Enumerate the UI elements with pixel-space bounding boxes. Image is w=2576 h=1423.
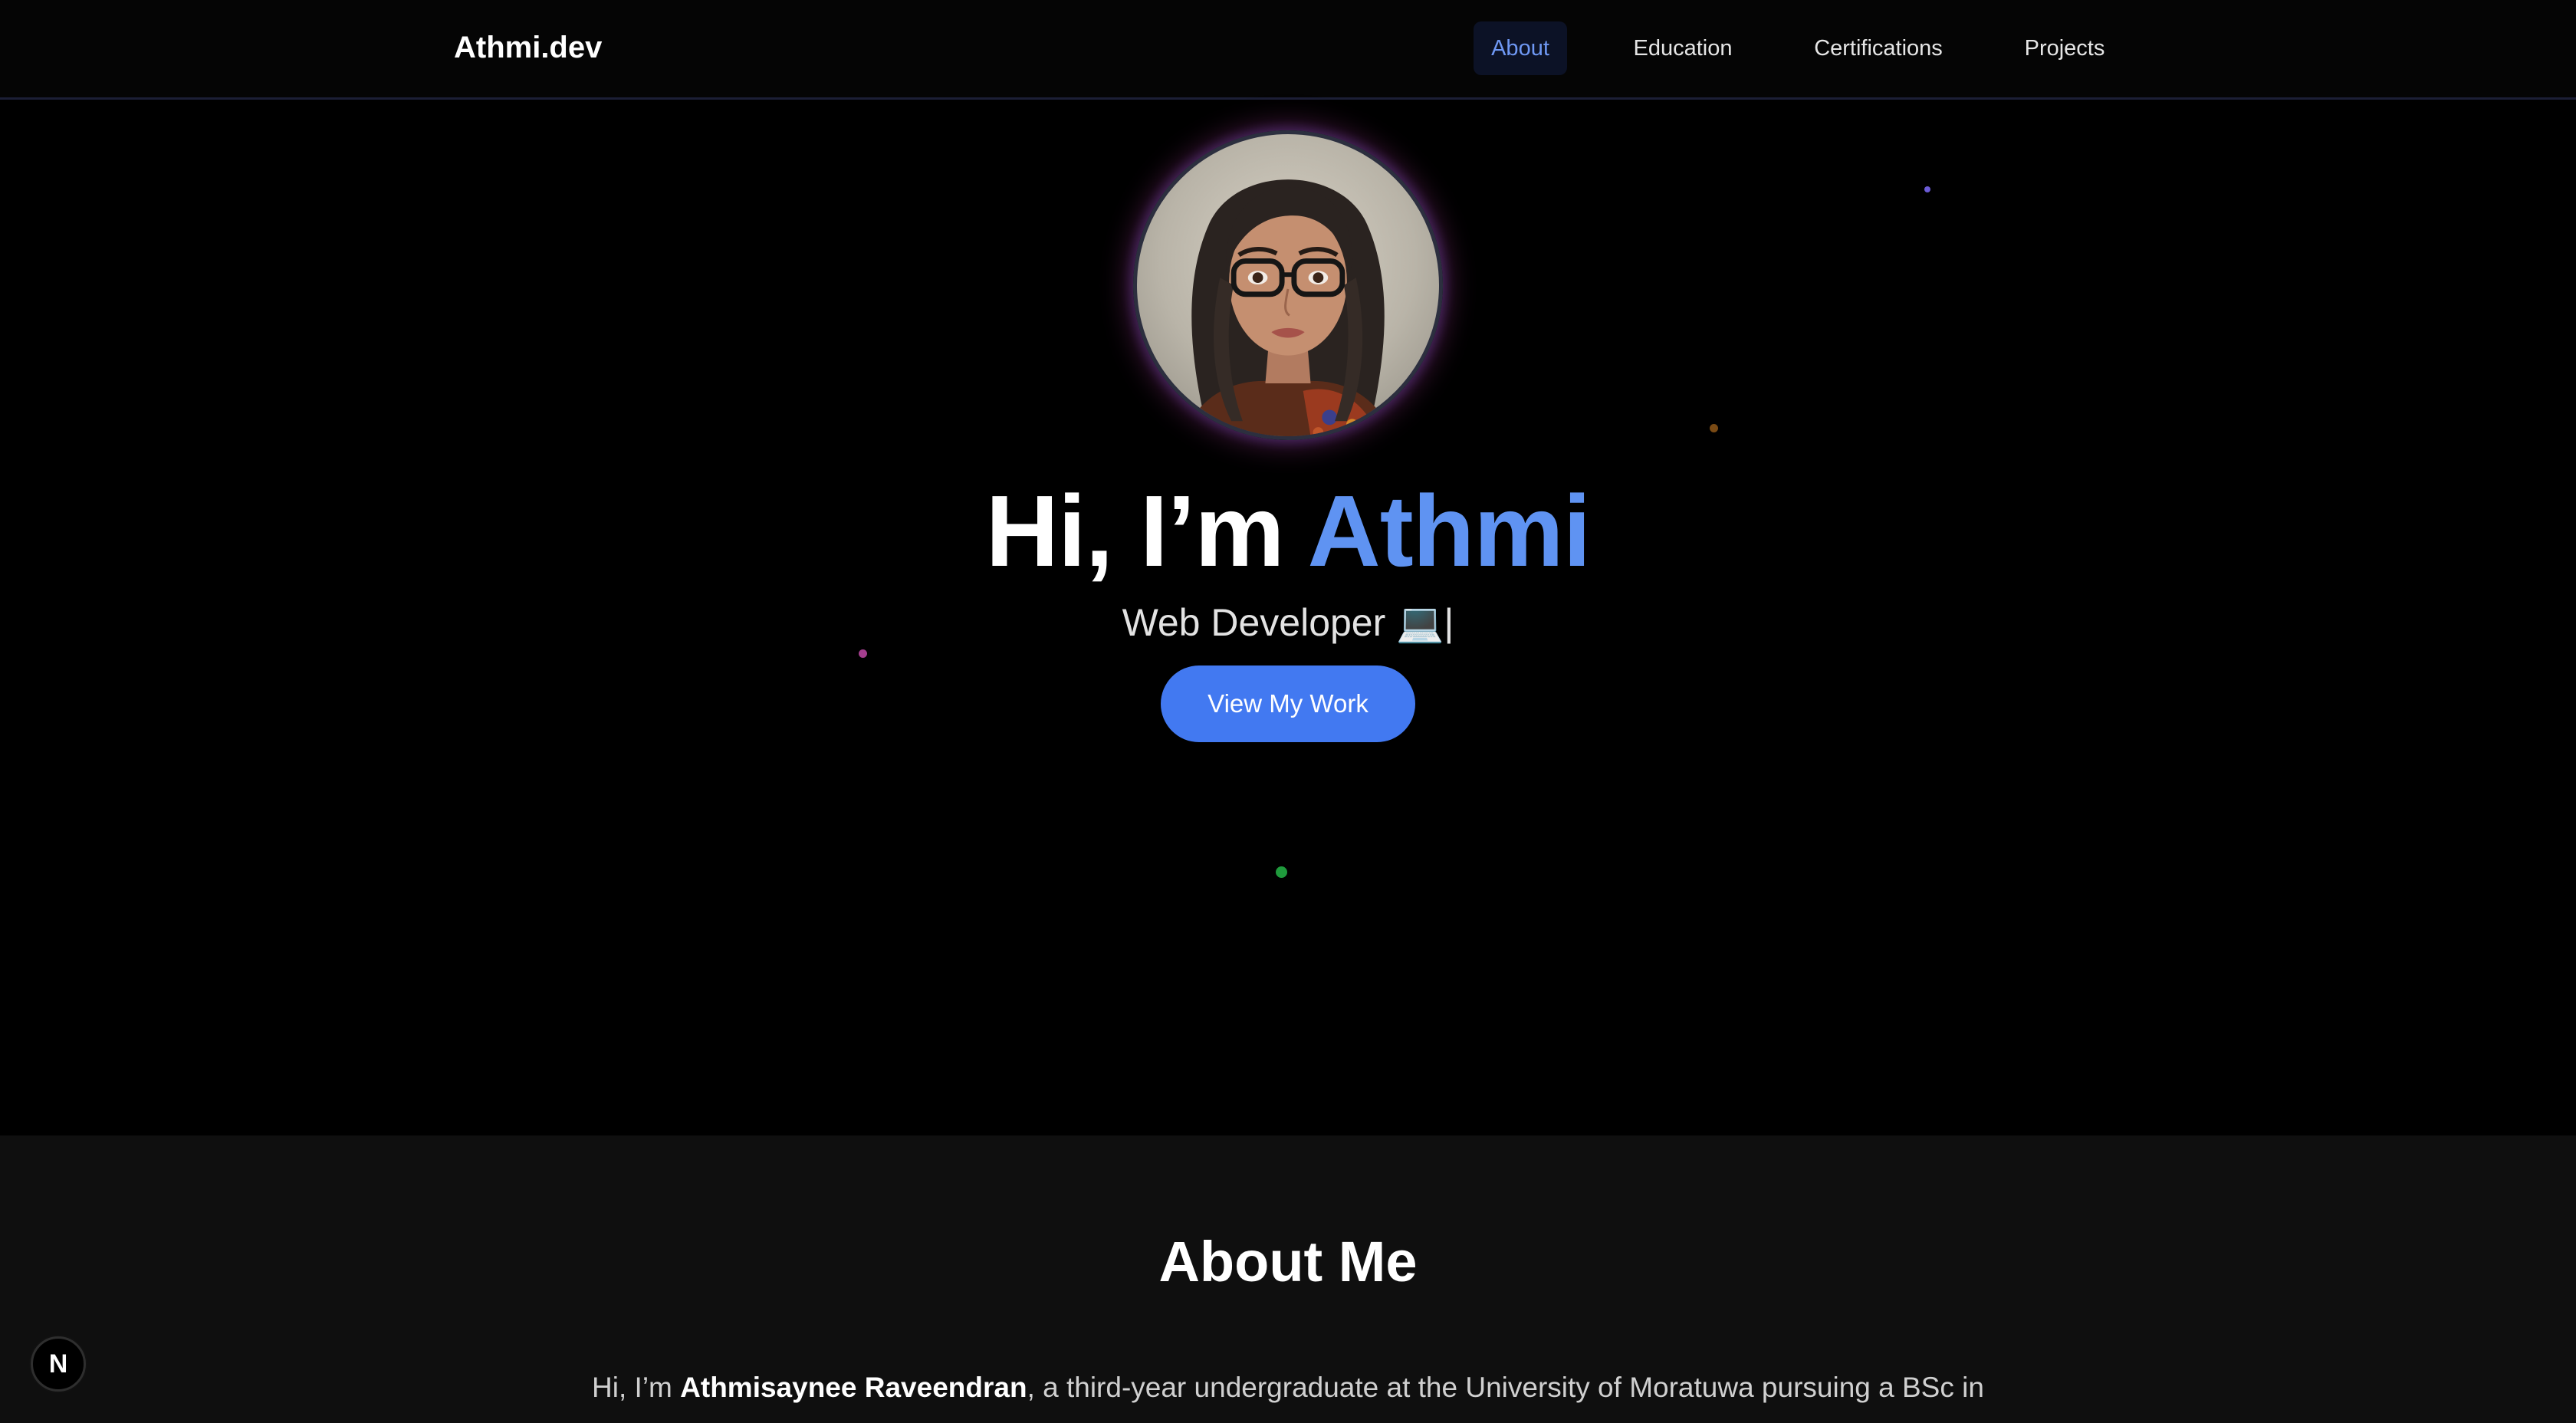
about-intro-text: Hi, I’m Athmisaynee Raveendran, a third-… <box>0 1372 2576 1404</box>
nav-link-certifications[interactable]: Certifications <box>1802 21 1955 75</box>
nav-link-about[interactable]: About <box>1474 21 1567 75</box>
hero-role-text: Web Developer 💻 <box>1122 601 1444 644</box>
about-intro-suffix: , a third-year undergraduate at the Univ… <box>1027 1372 1984 1403</box>
about-title: About Me <box>1158 1230 1418 1293</box>
page: Athmi.dev About Education Certifications… <box>0 0 2576 1423</box>
decorative-dot <box>1710 424 1718 432</box>
badge-label: N <box>48 1349 68 1379</box>
decorative-dot <box>1924 186 1930 192</box>
profile-avatar <box>1133 130 1443 440</box>
decorative-dot <box>859 649 867 658</box>
about-full-name: Athmisaynee Raveendran <box>680 1372 1027 1403</box>
decorative-dot <box>1276 866 1287 878</box>
portrait-illustration <box>1182 179 1394 436</box>
top-navbar: Athmi.dev About Education Certifications… <box>0 0 2576 100</box>
nav-link-projects[interactable]: Projects <box>2010 21 2119 75</box>
about-section: About Me Hi, I’m Athmisaynee Raveendran,… <box>0 1135 2576 1423</box>
hero-greeting: Hi, I’m <box>985 475 1285 587</box>
typing-cursor: | <box>1444 601 1454 644</box>
view-my-work-button[interactable]: View My Work <box>1161 665 1415 742</box>
nextjs-icon[interactable]: N <box>31 1336 86 1392</box>
hero-subtitle: Web Developer 💻| <box>0 600 2576 646</box>
hero-name: Athmi <box>1307 475 1591 587</box>
hero-title: Hi, I’m Athmi <box>0 474 2576 589</box>
site-brand[interactable]: Athmi.dev <box>454 31 602 65</box>
nav-link-education[interactable]: Education <box>1618 21 1748 75</box>
about-intro-prefix: Hi, I’m <box>592 1372 681 1403</box>
